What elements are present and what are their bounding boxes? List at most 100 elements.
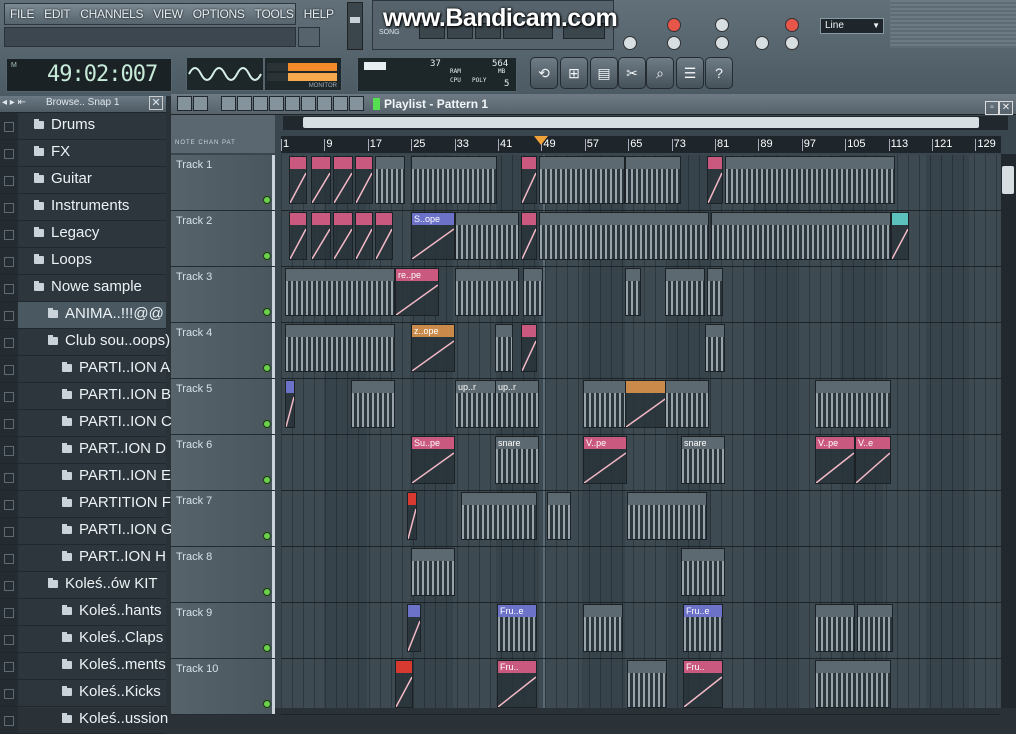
clip-header[interactable] (412, 157, 496, 169)
clip-header[interactable] (286, 325, 394, 337)
close-icon[interactable]: ✕ (149, 96, 163, 110)
playhead-marker[interactable] (534, 136, 548, 145)
clip-header[interactable]: V..e (856, 437, 890, 449)
playlist-clip[interactable] (583, 380, 627, 428)
blend-notes-icon[interactable] (785, 18, 799, 32)
expand-toggle-icon[interactable] (4, 527, 14, 537)
track-header[interactable]: Track 7 (171, 491, 275, 547)
zoom-tool-icon[interactable] (333, 96, 348, 111)
browser-item[interactable]: PART..ION H (0, 545, 166, 572)
clip-header[interactable]: snare (682, 437, 724, 449)
track-resize-handle[interactable] (272, 155, 275, 210)
playlist-clip[interactable] (547, 492, 571, 540)
clip-header[interactable] (312, 213, 330, 225)
playlist-clip[interactable] (495, 324, 513, 372)
playlist-clip[interactable] (681, 548, 725, 596)
playlist-clip[interactable] (351, 380, 395, 428)
playlist-clip[interactable] (891, 212, 909, 260)
playlist-clip[interactable]: snare (495, 436, 539, 484)
clip-header[interactable] (626, 381, 668, 393)
clip-header[interactable]: snare (496, 437, 538, 449)
clip-header[interactable] (816, 381, 890, 393)
clip-header[interactable] (456, 213, 518, 225)
help-button[interactable]: ? (705, 57, 733, 89)
clip-header[interactable] (584, 381, 626, 393)
track-header[interactable]: Track 2 (171, 211, 275, 267)
expand-toggle-icon[interactable] (4, 203, 14, 213)
menu-channels[interactable]: CHANNELS (75, 7, 148, 21)
playlist-clip[interactable] (355, 212, 373, 260)
track-resize-handle[interactable] (272, 491, 275, 546)
clip-header[interactable] (462, 493, 536, 505)
expand-toggle-icon[interactable] (4, 338, 14, 348)
clip-header[interactable]: V..pe (816, 437, 854, 449)
playlist-clip[interactable] (521, 212, 537, 260)
main-volume-slider[interactable] (347, 2, 363, 50)
browser-item[interactable]: PARTI..ION C (0, 410, 172, 437)
track-resize-handle[interactable] (272, 267, 275, 322)
playlist-clip[interactable] (285, 380, 295, 428)
step-edit-icon[interactable] (715, 18, 729, 32)
clip-header[interactable] (408, 605, 420, 617)
expand-toggle-icon[interactable] (4, 581, 14, 591)
track-header[interactable]: Track 6 (171, 435, 275, 491)
clip-header[interactable]: Su..pe (412, 437, 454, 449)
magnet-icon[interactable] (193, 96, 208, 111)
playlist-clip[interactable]: V..e (855, 436, 891, 484)
clip-header[interactable]: up..r (496, 381, 538, 393)
playlist-clip[interactable] (707, 268, 723, 316)
refresh-button[interactable]: ⟲ (530, 57, 558, 89)
track-header[interactable]: Track 8 (171, 547, 275, 603)
playlist-clip[interactable] (289, 212, 307, 260)
timeline-ruler[interactable]: 1 9 17 25 33 41 49 57 65 73 81 89 97 105 113 121 129 (280, 136, 1001, 153)
browser-item[interactable]: Nowe sample (0, 275, 166, 302)
playlist-clip[interactable] (311, 156, 331, 204)
clip-header[interactable] (666, 381, 708, 393)
browser-item[interactable]: PARTI..ION B (0, 383, 171, 410)
clip-header[interactable] (524, 269, 542, 281)
slice-tool-icon[interactable] (301, 96, 316, 111)
playlist-clip[interactable]: up..r (455, 380, 499, 428)
browser-item[interactable]: Koleś..ussion (0, 707, 168, 734)
playlist-clip[interactable]: Fru..e (497, 604, 537, 652)
playlist-clip[interactable] (625, 380, 669, 428)
menu-help[interactable]: HELP (299, 7, 339, 21)
clip-header[interactable] (708, 269, 722, 281)
menu-tools[interactable]: TOOLS (250, 7, 299, 21)
view-tabs[interactable] (177, 120, 257, 134)
clip-header[interactable] (286, 381, 294, 393)
playlist-clip[interactable]: V..pe (583, 436, 627, 484)
clip-header[interactable] (334, 213, 352, 225)
mute-tool-icon[interactable] (269, 96, 284, 111)
clip-header[interactable]: Fru..e (498, 605, 536, 617)
clip-header[interactable] (548, 493, 570, 505)
browser-item[interactable]: PARTI..ION A (0, 356, 170, 383)
clip-header[interactable] (496, 325, 512, 337)
clip-header[interactable] (708, 157, 722, 169)
playlist-clip[interactable] (523, 268, 543, 316)
expand-toggle-icon[interactable] (4, 689, 14, 699)
playlist-clip[interactable]: Fru.. (683, 660, 723, 708)
playlist-clip[interactable]: snare (681, 436, 725, 484)
playlist-clip[interactable] (285, 324, 395, 372)
clip-header[interactable] (540, 157, 624, 169)
clip-header[interactable] (312, 157, 330, 169)
browser-item[interactable]: Koleś..hants (0, 599, 166, 626)
playlist-clip[interactable] (815, 604, 855, 652)
select-tool-icon[interactable] (317, 96, 332, 111)
browser-item[interactable]: Guitar (0, 167, 166, 194)
track-header[interactable]: Track 5 (171, 379, 275, 435)
expand-toggle-icon[interactable] (4, 554, 14, 564)
wait-input-icon[interactable] (715, 36, 729, 50)
playlist-clip[interactable] (333, 156, 353, 204)
browser-nav-icons[interactable]: ◂ ▸ ⇤ (2, 97, 26, 108)
clip-header[interactable] (396, 661, 412, 673)
clip-header[interactable]: z..ope (412, 325, 454, 337)
track-header[interactable]: Track 10 (171, 659, 275, 715)
clip-header[interactable] (626, 269, 640, 281)
track-enable-led[interactable] (263, 252, 271, 260)
clip-header[interactable] (892, 213, 908, 225)
clip-header[interactable] (522, 325, 536, 337)
hint-bar-button[interactable] (298, 27, 320, 47)
clip-header[interactable] (712, 213, 890, 225)
